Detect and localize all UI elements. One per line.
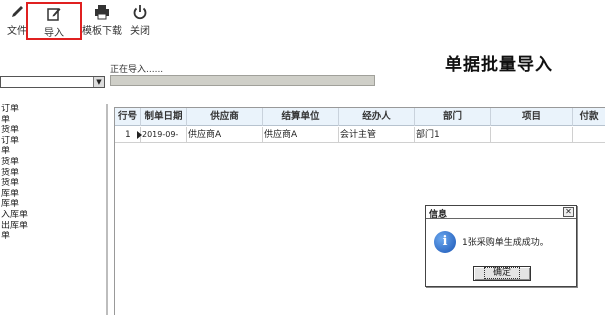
column-header[interactable]: 结算单位 [263,108,339,126]
list-item[interactable]: 订单 [0,136,106,147]
chevron-down-icon[interactable]: ▼ [93,77,104,87]
column-header[interactable]: 部门 [415,108,491,126]
list-item[interactable]: 单 [0,146,106,157]
list-item[interactable]: 货单 [0,168,106,179]
page-title: 单据批量导入 [445,55,553,75]
list-item[interactable]: 货单 [0,125,106,136]
list-item[interactable]: 库单 [0,199,106,210]
close-button-label: 关闭 [130,26,150,37]
column-header[interactable]: 付款 [573,108,605,126]
pencil-icon [12,6,23,17]
list-item[interactable]: 单 [0,231,106,242]
date-cell[interactable]: 2019-09- [141,127,187,143]
dialog-title: 信息 [429,210,448,220]
handler-cell[interactable]: 会计主管 [339,127,415,143]
dialog-message: 1张采购单生成成功。 [462,238,549,248]
column-header[interactable]: 供应商 [187,108,263,126]
bill-type-list: 订单 单 货单 订单 单 货单 货单 货单 库单 库单 入库单 出库单 单 [0,104,108,315]
payment-cell[interactable] [573,127,605,143]
list-item[interactable]: 单 [0,115,106,126]
import-progress-bar [110,75,375,86]
bill-type-select[interactable]: ▼ [0,76,105,88]
project-cell[interactable] [491,127,573,143]
list-item[interactable]: 订单 [0,104,106,115]
import-button[interactable]: 导入 [26,2,82,40]
ok-button-label: 确定 [483,267,520,279]
list-item[interactable]: 货单 [0,178,106,189]
info-dialog: 信息 ✕ i 1张采购单生成成功。 确定 [425,205,577,287]
department-cell[interactable]: 部门1 [415,127,491,143]
table-row[interactable]: 1 2019-09- 供应商A 供应商A 会计主管 部门1 [115,127,605,143]
list-item[interactable]: 库单 [0,189,106,200]
toolbar: 文件 导入 模板下载 关闭 [0,0,605,44]
list-item[interactable]: 出库单 [0,221,106,232]
ok-button[interactable]: 确定 [473,266,531,281]
grid-header: 行号 制单日期 供应商 结算单位 经办人 部门 项目 付款 [115,108,605,126]
template-download-label: 模板下载 [82,26,122,37]
template-download-button[interactable]: 模板下载 [77,2,127,40]
column-header[interactable]: 经办人 [339,108,415,126]
column-header[interactable]: 制单日期 [141,108,187,126]
progress-label: 正在导入...... [110,65,164,75]
supplier-cell[interactable]: 供应商A [187,127,263,143]
close-button[interactable]: 关闭 [125,2,155,40]
dialog-titlebar[interactable]: 信息 ✕ [426,206,576,220]
printer-icon [95,5,109,20]
column-header[interactable]: 行号 [115,108,141,126]
import-button-label: 导入 [44,28,64,39]
info-icon: i [434,231,456,253]
edit-icon [47,8,61,21]
column-header[interactable]: 项目 [491,108,573,126]
settlement-cell[interactable]: 供应商A [263,127,339,143]
list-item[interactable]: 货单 [0,157,106,168]
list-item[interactable]: 入库单 [0,210,106,221]
power-icon [133,5,147,20]
close-icon[interactable]: ✕ [563,207,574,217]
